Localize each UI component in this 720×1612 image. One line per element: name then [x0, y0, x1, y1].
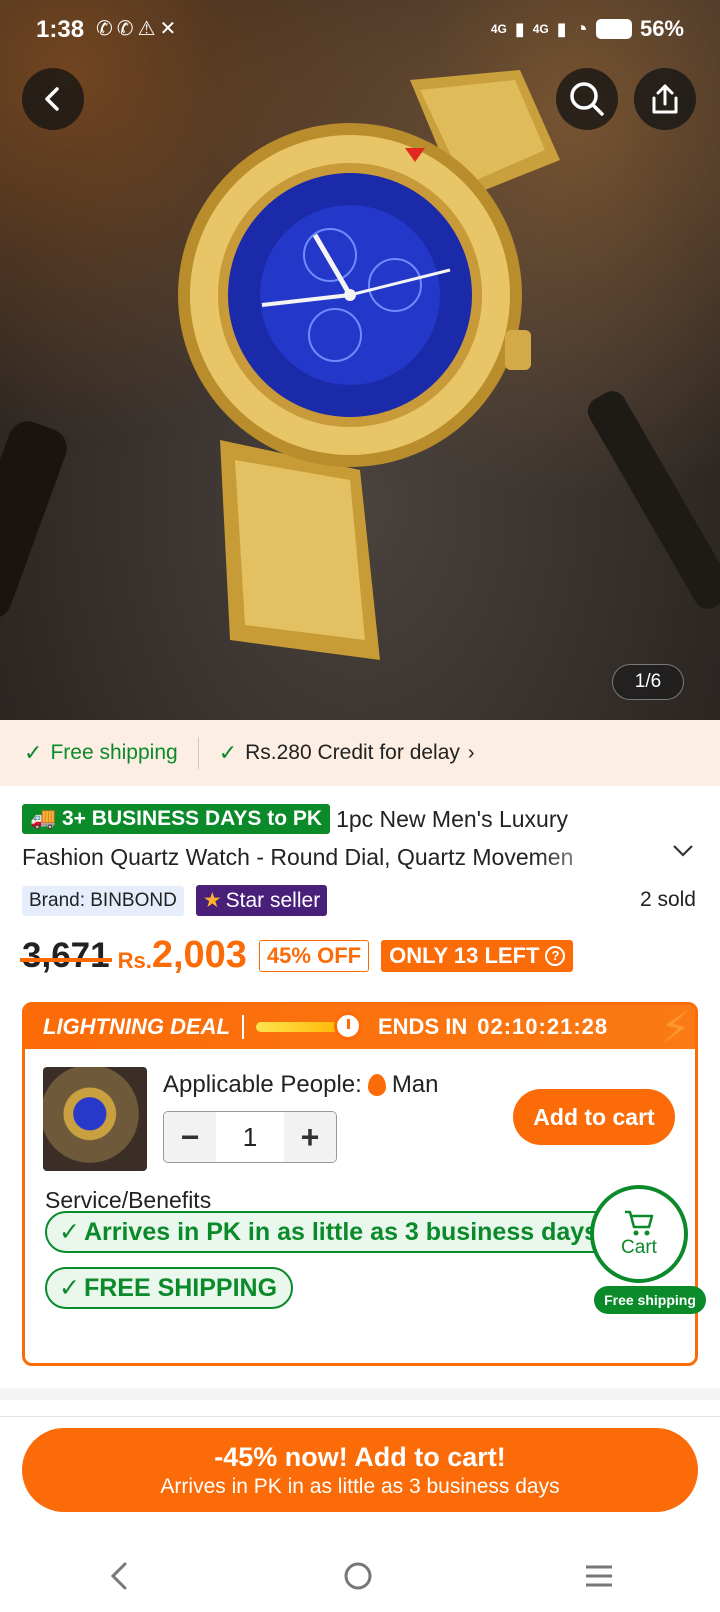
original-price: 3,671 [20, 935, 112, 975]
divider [197, 737, 199, 769]
deal-title: LIGHTNING DEAL [43, 1014, 230, 1039]
title-line-1: 1pc New Men's Luxury [336, 806, 568, 832]
cta-main-label: -45% now! Add to cart! [214, 1441, 506, 1472]
system-nav-bar [0, 1540, 720, 1612]
search-button[interactable] [556, 68, 618, 130]
decrease-button[interactable]: − [164, 1112, 216, 1162]
nav-menu-icon[interactable] [583, 1562, 615, 1590]
countdown-timer: 02:10:21:28 [477, 1014, 609, 1039]
status-right: 4G ▮ 4G ▮ ◔ 56% [491, 16, 684, 42]
network-4g-icon-2: 4G [532, 22, 549, 36]
cart-icon [625, 1210, 654, 1236]
nav-home-icon[interactable] [342, 1560, 374, 1592]
benefit-arrival-badge: ✓ Arrives in PK in as little as 3 busine… [45, 1211, 635, 1253]
star-seller-badge[interactable]: ★ Star seller [195, 885, 328, 916]
check-icon: ✓ [59, 1274, 80, 1302]
current-price: 2,003 [151, 934, 247, 976]
ends-in-label: ENDS IN [378, 1014, 468, 1039]
deal-header: LIGHTNING DEAL ENDS IN 02:10:21:28 ⚡ [25, 1005, 695, 1053]
sold-count: 2 sold [639, 888, 696, 911]
network-4g-icon: 4G [490, 22, 507, 36]
delivery-badge: 🚚 3+ BUSINESS DAYS to PK [22, 804, 331, 834]
product-thumbnail[interactable] [43, 1067, 147, 1171]
add-to-cart-cta[interactable]: -45% now! Add to cart! Arrives in PK in … [22, 1428, 698, 1512]
deal-progress-bar [256, 1012, 362, 1040]
share-icon [652, 84, 678, 114]
currency-symbol: Rs. [117, 947, 152, 973]
check-icon: ✓ [59, 1218, 80, 1246]
benefit-arrival-label: Arrives in PK in as little as 3 business… [83, 1217, 599, 1246]
share-button[interactable] [634, 68, 696, 130]
quantity-stepper: − 1 + [163, 1111, 337, 1163]
star-icon: ★ [202, 889, 222, 912]
lightning-deal-card: LIGHTNING DEAL ENDS IN 02:10:21:28 ⚡ App… [22, 1002, 698, 1366]
signal-icon-2: ▮ [556, 18, 567, 39]
benefit-free-shipping-badge: ✓ FREE SHIPPING [45, 1267, 294, 1309]
divider-line [0, 1416, 720, 1417]
cart-free-shipping-badge: Free shipping [594, 1286, 706, 1314]
flame-icon [367, 1074, 386, 1096]
free-shipping-info: ✓ Free shipping [0, 740, 178, 766]
delivery-badge-label: 3+ BUSINESS DAYS to PK [62, 807, 323, 830]
product-title[interactable]: 🚚 3+ BUSINESS DAYS to PK 1pc New Men's L… [22, 800, 662, 876]
stock-label: ONLY 13 LEFT [389, 942, 540, 968]
back-button[interactable] [22, 68, 84, 130]
applicable-label: Applicable People: [163, 1071, 362, 1098]
section-divider [0, 1388, 720, 1400]
free-shipping-label: Free shipping [50, 741, 178, 764]
signal-icon: ▮ [514, 18, 525, 39]
search-icon [570, 82, 604, 116]
floating-cart-button[interactable]: Cart [590, 1185, 688, 1283]
check-icon: ✓ [24, 740, 43, 765]
battery-icon [595, 19, 632, 39]
battery-level: 56% [639, 16, 684, 41]
chevron-down-icon[interactable] [672, 842, 694, 863]
price-row: 3,671 Rs. 2,003 45% OFF ONLY 13 LEFT ? [20, 934, 574, 977]
applicable-value: Man [391, 1071, 439, 1098]
nav-back-icon[interactable] [105, 1560, 133, 1592]
truck-icon: 🚚 [30, 807, 57, 830]
discount-badge: 45% OFF [258, 939, 370, 972]
badges-row: Brand: BINBOND ★ Star seller [22, 885, 328, 916]
image-counter: 1/6 [612, 664, 684, 700]
delay-credit-link[interactable]: ✓ Rs.280 Credit for delay › [219, 740, 475, 766]
wifi-icon: ◔ [574, 16, 588, 41]
quantity-value[interactable]: 1 [216, 1112, 284, 1162]
service-benefits-title: Service/Benefits [45, 1187, 212, 1213]
add-to-cart-button[interactable]: Add to cart [513, 1089, 675, 1145]
product-image-gallery[interactable]: 1:38 ✆✆⚠✕ 4G ▮ 4G ▮ ◔ 56% 1/6 [0, 0, 720, 720]
lightning-icon: ⚡ [660, 1004, 691, 1053]
benefit-free-shipping-label: FREE SHIPPING [83, 1273, 278, 1302]
status-time: 1:38 [36, 16, 85, 43]
check-icon-2: ✓ [218, 740, 238, 765]
stock-badge[interactable]: ONLY 13 LEFT ? [381, 939, 574, 972]
chevron-left-icon [45, 87, 59, 111]
cta-sub-label: Arrives in PK in as little as 3 business… [160, 1474, 560, 1498]
star-seller-label: Star seller [225, 888, 321, 912]
chevron-right-icon: › [467, 741, 475, 764]
divider [242, 1015, 244, 1039]
title-line-2: Fashion Quartz Watch - Round Dial, Quart… [22, 844, 574, 870]
applicable-people: Applicable People: Man [163, 1071, 439, 1099]
notification-icons: ✆✆⚠✕ [96, 18, 181, 40]
increase-button[interactable]: + [284, 1112, 336, 1162]
status-bar: 1:38 ✆✆⚠✕ 4G ▮ 4G ▮ ◔ 56% [0, 0, 720, 60]
brand-badge[interactable]: Brand: BINBOND [22, 885, 184, 916]
delay-credit-label: Rs.280 Credit for delay [245, 741, 460, 764]
shipping-strip[interactable]: ✓ Free shipping ✓ Rs.280 Credit for dela… [0, 720, 720, 786]
cart-label: Cart [621, 1237, 657, 1258]
question-icon: ? [545, 945, 566, 966]
clock-icon [334, 1012, 362, 1040]
